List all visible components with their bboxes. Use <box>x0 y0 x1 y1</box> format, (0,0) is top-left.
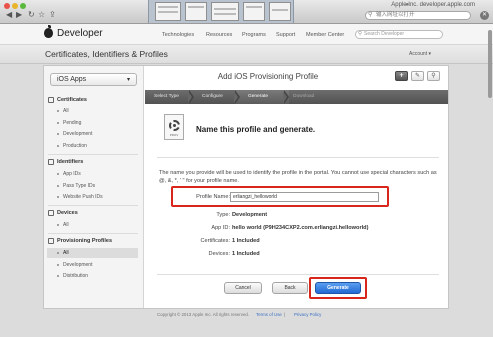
type-label: Type: <box>216 212 230 218</box>
description-text: The name you provide will be used to ide… <box>159 170 437 184</box>
step-select-type: Select Type <box>154 94 179 99</box>
app-id-value: hello world (P9H234CXP2.com.erliangzi.he… <box>232 225 369 231</box>
nav-programs[interactable]: Programs <box>242 32 266 38</box>
type-value: Development <box>232 212 268 218</box>
terms-link[interactable]: Terms of Use <box>256 312 282 317</box>
sidebar-group-devices: Devices <box>48 210 78 216</box>
sidebar-group-certificates: Certificates <box>48 97 87 103</box>
certificates-label: Certificates: <box>200 238 230 244</box>
sidebar-item-certificates-all[interactable]: All <box>47 106 138 116</box>
reload-icon[interactable]: ↻ <box>28 10 35 19</box>
tab-thumbnail[interactable] <box>211 2 239 21</box>
window-zoom-button[interactable] <box>20 3 26 9</box>
step-generate: Generate <box>248 94 269 99</box>
tab-thumbnail[interactable] <box>185 2 207 21</box>
certificates-value: 1 Included <box>232 238 260 244</box>
sidebar-group-identifiers: Identifiers <box>48 159 83 165</box>
sidebar-group-provisioning-profiles: Provisioning Profiles <box>48 238 112 244</box>
tab-thumbnail[interactable] <box>155 2 181 21</box>
developer-search-input[interactable]: ⚲ Search Developer <box>355 30 443 39</box>
nav-member-center[interactable]: Member Center <box>306 32 344 38</box>
profile-name-input[interactable]: erliangzi_helloworld <box>230 192 379 202</box>
sidebar-item-profiles-distribution[interactable]: Distribution <box>47 271 138 281</box>
step-configure: Configure <box>202 94 223 99</box>
window-minimize-button[interactable] <box>12 3 18 9</box>
bookmark-star-icon[interactable]: ☆ <box>38 10 45 19</box>
add-button[interactable]: + <box>395 71 408 81</box>
tab-thumbnails <box>148 0 294 23</box>
sidebar-item-website-push-ids[interactable]: Website Push IDs <box>47 192 138 202</box>
sidebar-item-certificates-pending[interactable]: Pending <box>47 118 138 128</box>
sidebar-item-certificates-development[interactable]: Development <box>47 129 138 139</box>
sidebar-item-certificates-production[interactable]: Production <box>47 141 138 151</box>
section-title: Certificates, Identifiers & Profiles <box>45 49 168 59</box>
forward-arrow-icon[interactable]: ▶ <box>16 10 22 19</box>
gear-icon <box>169 120 180 131</box>
browser-search-input[interactable]: ⚲ 输入网址以打开 <box>365 11 471 20</box>
sidebar-item-profiles-development[interactable]: Development <box>47 260 138 270</box>
certificate-icon <box>48 97 54 103</box>
sidebar-item-profiles-all[interactable]: All <box>47 248 138 258</box>
search-icon: ⚲ <box>368 12 373 18</box>
sidebar-item-app-ids[interactable]: App IDs <box>47 169 138 179</box>
developer-header: Developer Technologies Resources Program… <box>0 24 493 45</box>
platform-dropdown[interactable]: iOS Apps ▾ <box>50 73 137 86</box>
sidebar: iOS Apps ▾ Certificates All Pending Deve… <box>44 66 144 308</box>
window-close-button[interactable] <box>4 3 10 9</box>
tab-thumbnail[interactable] <box>269 2 291 21</box>
brand-title[interactable]: Developer <box>57 28 103 39</box>
edit-button[interactable]: ✎ <box>411 71 424 81</box>
provisioning-profile-icon: PROV <box>164 114 184 140</box>
sidebar-item-pass-type-ids[interactable]: Pass Type IDs <box>47 181 138 191</box>
profile-name-label: Profile Name: <box>196 194 230 200</box>
main-panel: Add iOS Provisioning Profile + ✎ ⚲ Selec… <box>145 66 448 308</box>
section-heading: Name this profile and generate. <box>196 125 316 134</box>
content-frame: iOS Apps ▾ Certificates All Pending Deve… <box>43 65 449 309</box>
account-menu[interactable]: Account ▾ <box>409 51 431 57</box>
cancel-button[interactable]: Cancel <box>224 282 262 294</box>
copyright-text: Copyright © 2013 Apple Inc. All rights r… <box>157 312 250 317</box>
address-url[interactable]: Apple Inc. developer.apple.com <box>391 2 475 8</box>
nav-support[interactable]: Support <box>276 32 295 38</box>
tab-thumbnail[interactable] <box>243 2 265 21</box>
devices-label: Devices: <box>208 251 230 257</box>
chevron-down-icon: ▾ <box>126 76 130 83</box>
nav-resources[interactable]: Resources <box>206 32 232 38</box>
search-icon: ⚲ <box>358 31 363 37</box>
back-arrow-icon[interactable]: ◀ <box>6 10 12 19</box>
apple-logo-icon[interactable] <box>44 25 53 38</box>
search-button[interactable]: ⚲ <box>427 71 440 81</box>
privacy-link[interactable]: Privacy Policy <box>294 312 321 317</box>
app-id-label: App ID: <box>211 225 230 231</box>
generate-button[interactable]: Generate <box>315 282 361 294</box>
page-scrollbar[interactable] <box>488 30 492 98</box>
step-progress-bar: Select Type Configure Generate Download <box>145 90 448 104</box>
nav-technologies[interactable]: Technologies <box>162 32 194 38</box>
section-bar: Certificates, Identifiers & Profiles Acc… <box>0 45 493 64</box>
profile-icon <box>48 238 54 244</box>
step-download: Download <box>293 94 315 99</box>
sidebar-item-devices-all[interactable]: All <box>47 220 138 230</box>
share-icon[interactable]: ⇪ <box>49 10 56 19</box>
device-icon <box>48 210 54 216</box>
page-title: Add iOS Provisioning Profile <box>217 72 319 81</box>
back-button[interactable]: Back <box>272 282 308 294</box>
devices-value: 1 Included <box>232 251 260 257</box>
browser-toolbar: ◀ ▶ ↻ ☆ ⇪ ● Apple Inc. developer.apple.c… <box>0 0 493 24</box>
close-icon[interactable]: ✕ <box>480 11 489 20</box>
identifier-icon <box>48 159 54 165</box>
